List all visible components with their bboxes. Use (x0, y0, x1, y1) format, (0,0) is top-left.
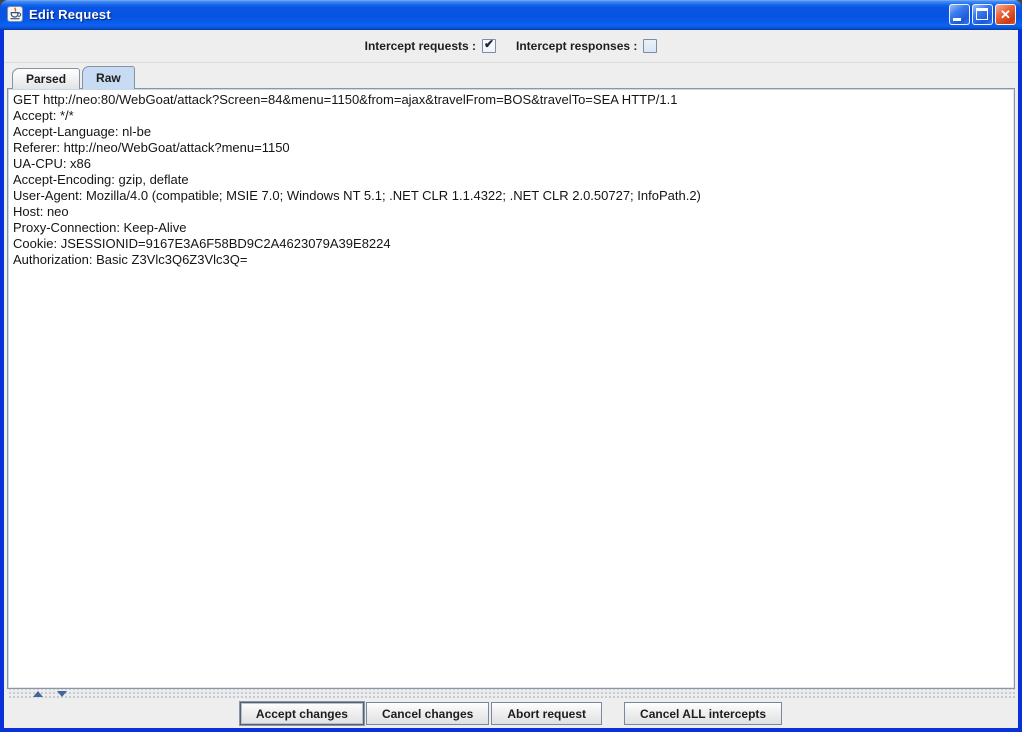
intercept-responses-label: Intercept responses : (516, 39, 637, 53)
request-line: Referer: http://neo/WebGoat/attack?menu=… (13, 140, 1009, 156)
intercept-requests-checkbox[interactable]: ✔ (482, 39, 496, 53)
intercept-responses-checkbox[interactable] (643, 39, 657, 53)
accept-changes-button[interactable]: Accept changes (240, 702, 364, 725)
request-line: UA-CPU: x86 (13, 156, 1009, 172)
minimize-button[interactable] (949, 4, 970, 25)
raw-request-editor[interactable]: GET http://neo:80/WebGoat/attack?Screen=… (7, 88, 1015, 689)
intercept-requests-label: Intercept requests : (365, 39, 476, 53)
maximize-button[interactable] (972, 4, 993, 25)
tab-parsed[interactable]: Parsed (12, 68, 80, 89)
request-line: GET http://neo:80/WebGoat/attack?Screen=… (13, 92, 1009, 108)
window-content: Intercept requests : ✔ Intercept respons… (4, 30, 1018, 728)
cancel-changes-button[interactable]: Cancel changes (366, 702, 489, 725)
java-app-icon (7, 6, 23, 22)
request-line: User-Agent: Mozilla/4.0 (compatible; MSI… (13, 188, 1009, 204)
window-title: Edit Request (29, 7, 111, 22)
maximize-icon (976, 8, 988, 20)
titlebar[interactable]: Edit Request ✕ (0, 0, 1022, 30)
request-line: Accept-Language: nl-be (13, 124, 1009, 140)
request-line: Authorization: Basic Z3Vlc3Q6Z3Vlc3Q= (13, 252, 1009, 268)
abort-request-button[interactable]: Abort request (491, 702, 602, 725)
cancel-all-intercepts-button[interactable]: Cancel ALL intercepts (624, 702, 782, 725)
close-icon: ✕ (996, 5, 1015, 24)
request-line: Cookie: JSESSIONID=9167E3A6F58BD9C2A4623… (13, 236, 1009, 252)
expand-down-icon[interactable] (57, 691, 67, 697)
request-line: Accept-Encoding: gzip, deflate (13, 172, 1009, 188)
request-line: Proxy-Connection: Keep-Alive (13, 220, 1009, 236)
checkmark-icon: ✔ (484, 37, 494, 51)
tab-bar: Parsed Raw (7, 66, 1015, 89)
close-button[interactable]: ✕ (995, 4, 1016, 25)
collapse-up-icon[interactable] (33, 691, 43, 697)
window-controls: ✕ (947, 4, 1016, 25)
button-bar: Accept changes Cancel changes Abort requ… (4, 699, 1018, 728)
edit-request-window: Edit Request ✕ Intercept requests : ✔ In… (0, 0, 1022, 732)
tab-raw[interactable]: Raw (82, 66, 135, 89)
split-pane-divider[interactable] (7, 689, 1015, 699)
request-line: Host: neo (13, 204, 1009, 220)
request-line: Accept: */* (13, 108, 1009, 124)
minimize-icon (953, 18, 961, 21)
intercept-options-row: Intercept requests : ✔ Intercept respons… (4, 30, 1018, 63)
